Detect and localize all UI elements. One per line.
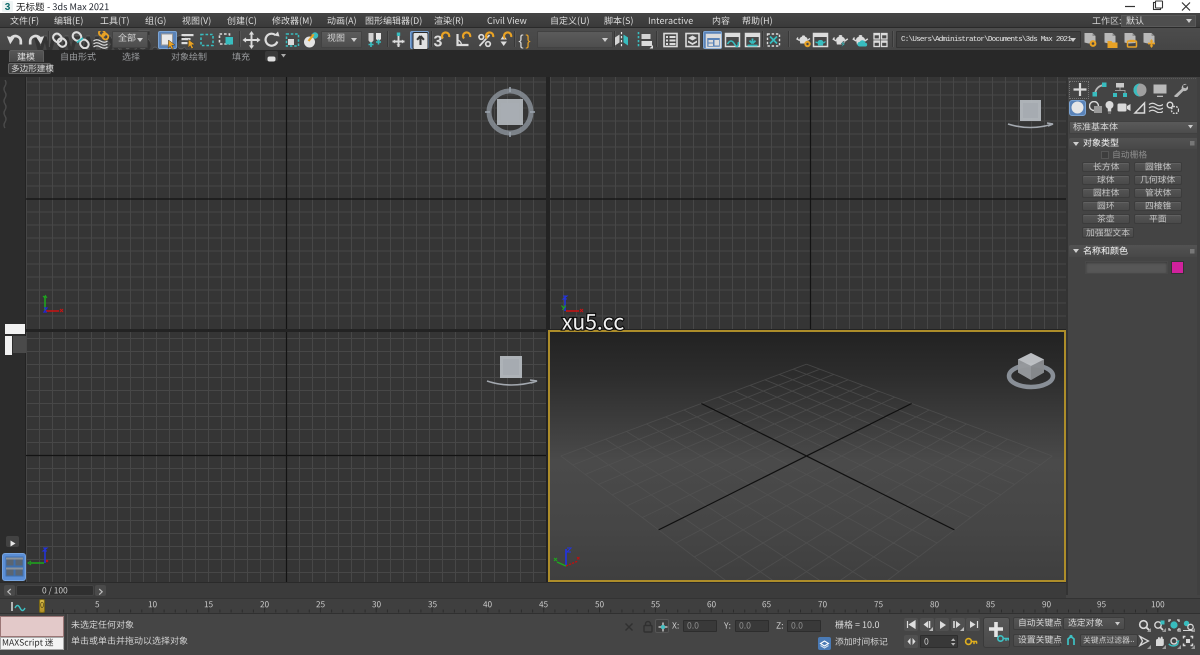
svg-text:3: 3	[5, 2, 11, 12]
svg-text:}: }	[525, 32, 530, 49]
svg-text:{: {	[518, 32, 523, 49]
